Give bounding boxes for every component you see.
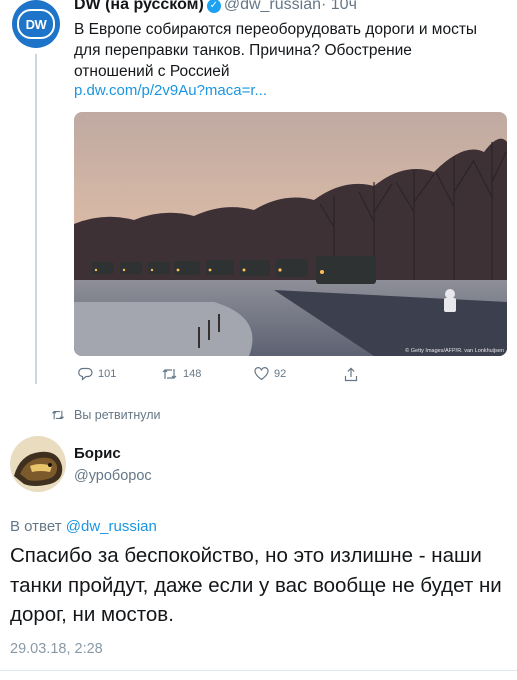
reply-author-name[interactable]: Борис — [74, 445, 121, 462]
retweet-action[interactable]: 148 — [161, 367, 201, 381]
retweet-icon — [162, 369, 177, 379]
reply-icon — [78, 367, 93, 381]
photo-credit: © Getty Images/AFP/R. van Lonkhuijsen — [405, 347, 504, 354]
divider — [0, 670, 517, 671]
reply-timestamp: 29.03.18, 2:28 — [10, 641, 103, 657]
share-icon — [344, 367, 358, 382]
like-icon — [254, 367, 269, 381]
author-name[interactable]: DW (на русском) — [74, 0, 204, 13]
retweet-count: 148 — [183, 368, 202, 380]
like-count: 92 — [274, 368, 287, 380]
tweet-time: · 10ч — [321, 0, 357, 13]
author-handle[interactable]: @dw_russian — [224, 0, 321, 13]
reply-text: Спасибо за беспокойство, но это излишне … — [10, 544, 502, 626]
quoted-tweet-header: DW (на русском) ✓ @dw_russian· 10ч — [74, 0, 357, 14]
reply-to-line: В ответ @dw_russian — [10, 518, 157, 535]
retweet-note: Вы ретвитнули — [50, 408, 161, 422]
retweeted-icon — [52, 410, 64, 420]
tweet-link[interactable]: p.dw.com/p/2v9Au?maca=r... — [74, 82, 267, 99]
tweet-photo[interactable]: © Getty Images/AFP/R. van Lonkhuijsen — [74, 112, 507, 356]
dw-avatar[interactable]: DW — [12, 0, 60, 48]
share-action[interactable] — [344, 367, 358, 382]
reply-count: 101 — [98, 368, 117, 380]
dw-logo: DW — [17, 9, 55, 39]
reply-to-mention[interactable]: @dw_russian — [66, 518, 157, 535]
boris-avatar[interactable] — [10, 436, 66, 492]
like-action[interactable]: 92 — [254, 367, 286, 381]
verified-badge-icon: ✓ — [206, 0, 221, 13]
tweet-text: В Европе собираются переоборудовать доро… — [74, 21, 478, 80]
reply-author-handle[interactable]: @уроборос — [74, 468, 152, 484]
reply-action[interactable]: 101 — [78, 367, 116, 381]
thread-line — [35, 54, 37, 384]
retweet-note-text: Вы ретвитнули — [74, 408, 161, 422]
reply-to-prefix: В ответ — [10, 518, 62, 535]
